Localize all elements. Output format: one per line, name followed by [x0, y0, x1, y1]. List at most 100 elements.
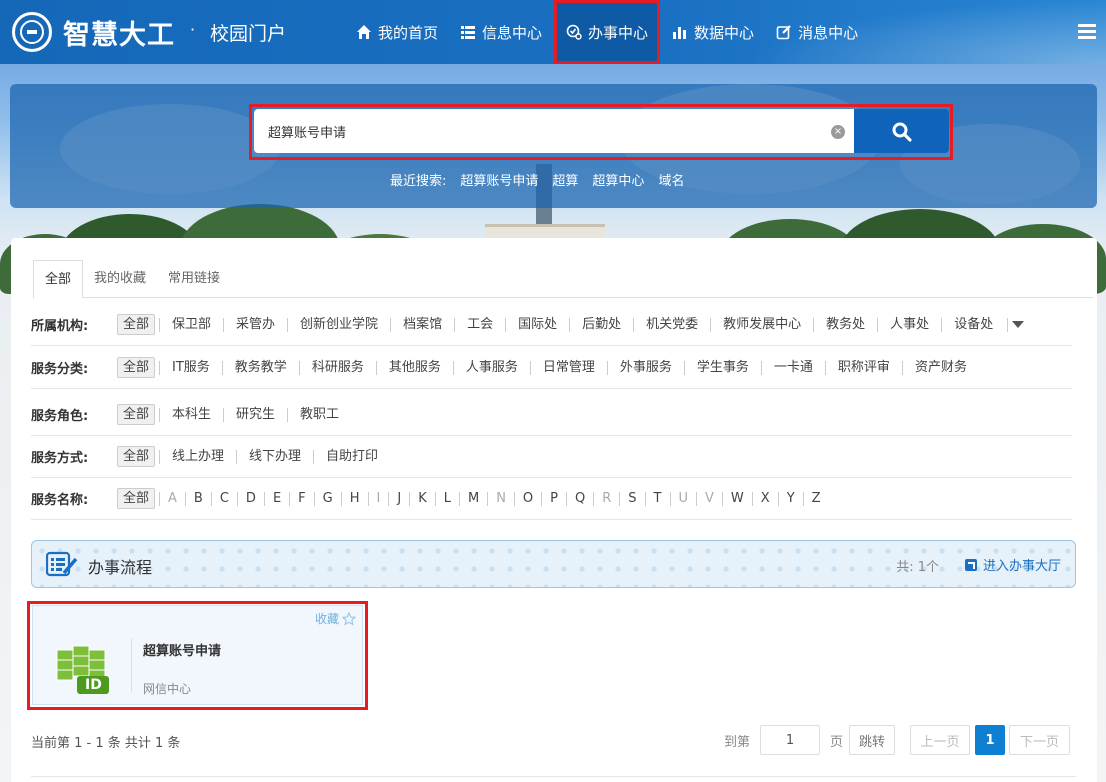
nav-label: 消息中心: [798, 23, 859, 42]
filter-option[interactable]: 工会: [454, 317, 505, 332]
filter-option[interactable]: L: [434, 491, 459, 506]
title-separator: ·: [190, 20, 196, 39]
nav-item-service[interactable]: 办事中心: [554, 0, 661, 64]
tab-links[interactable]: 常用链接: [157, 260, 231, 298]
prev-page-button[interactable]: 上一页: [910, 725, 971, 755]
recent-item[interactable]: 超算中心: [592, 170, 644, 189]
pagination: 到第 1 页 跳转 上一页 1 下一页: [724, 725, 1071, 755]
filter-name: 服务名称: 全部 A B C D E F G H I J K L M N O P Q R S T U V W X Y Z: [31, 478, 1072, 520]
filter-option[interactable]: H: [340, 491, 368, 506]
filter-option[interactable]: 教务处: [813, 317, 877, 332]
filter-option[interactable]: 外事服务: [606, 360, 684, 375]
filter-option[interactable]: K: [409, 491, 435, 506]
filter-option[interactable]: G: [313, 491, 341, 506]
main-nav: 我的首页 信息中心 办事中心 数据中心 消息中心: [346, 0, 870, 64]
filter-label: 所属机构:: [31, 319, 89, 334]
filter-option[interactable]: 学生事务: [683, 360, 761, 375]
filter-option[interactable]: 研究生: [223, 407, 287, 422]
enter-hall-label: 进入办事大厅: [982, 559, 1061, 574]
filter-label: 服务角色:: [31, 409, 89, 424]
goto-label: 到第: [724, 734, 751, 750]
recent-item[interactable]: 域名: [658, 170, 684, 189]
filter-option[interactable]: O: [513, 491, 541, 506]
filter-option[interactable]: IT服务: [159, 360, 222, 375]
filter-option[interactable]: 教职工: [287, 407, 351, 422]
filter-option[interactable]: 本科生: [159, 407, 223, 422]
page-input[interactable]: 1: [760, 725, 821, 755]
filter-option[interactable]: R: [593, 491, 619, 506]
filter-option[interactable]: 后勤处: [569, 317, 633, 332]
page-1-button[interactable]: 1: [975, 725, 1006, 755]
filter-option-all[interactable]: 全部: [117, 446, 156, 467]
filter-option[interactable]: Y: [777, 491, 803, 506]
filter-option[interactable]: 教师发展中心: [710, 317, 813, 332]
filter-org: 所属机构: 全部 保卫部 采管办 创新创业学院 档案馆 工会 国际处 后勤处 机关党委 教师发展中…: [31, 304, 1072, 346]
nav-item-home[interactable]: 我的首页: [346, 0, 448, 64]
filter-option-all[interactable]: 全部: [117, 314, 156, 335]
filter-option[interactable]: M: [458, 491, 487, 506]
process-list-icon: [46, 551, 78, 577]
nav-label: 数据中心: [694, 23, 755, 42]
filter-option[interactable]: 国际处: [505, 317, 569, 332]
filter-option[interactable]: 其他服务: [375, 360, 453, 375]
filter-option[interactable]: 一卡通: [760, 360, 825, 375]
filter-option[interactable]: S: [619, 491, 644, 506]
filter-option[interactable]: N: [487, 491, 514, 506]
filter-option[interactable]: P: [541, 491, 566, 506]
expand-more-icon[interactable]: [1012, 321, 1025, 328]
filter-option[interactable]: 自助打印: [313, 449, 390, 464]
enter-hall-link[interactable]: 进入办事大厅: [964, 555, 1061, 574]
filter-option[interactable]: 职称评审: [824, 360, 902, 375]
filter-option[interactable]: W: [721, 491, 752, 506]
jump-button[interactable]: 跳转: [849, 725, 896, 755]
filter-option[interactable]: I: [367, 491, 389, 506]
filter-option[interactable]: 线上办理: [159, 449, 236, 464]
filter-option[interactable]: T: [644, 491, 670, 506]
filter-option[interactable]: 资产财务: [901, 360, 979, 375]
filter-option-all[interactable]: 全部: [117, 488, 156, 509]
filter-option[interactable]: 线下办理: [236, 449, 313, 464]
hamburger-menu-icon[interactable]: [1078, 24, 1096, 40]
university-emblem-icon[interactable]: [12, 12, 52, 52]
filter-option[interactable]: E: [263, 491, 289, 506]
filter-role: 服务角色: 全部 本科生 研究生 教职工: [31, 394, 1072, 436]
filter-option[interactable]: 创新创业学院: [287, 317, 390, 332]
nav-item-message[interactable]: 消息中心: [766, 0, 868, 64]
card-highlight-box: [27, 601, 368, 710]
filter-label: 服务方式:: [31, 451, 89, 466]
next-page-button[interactable]: 下一页: [1009, 725, 1071, 755]
filter-option[interactable]: J: [388, 491, 409, 506]
filter-option[interactable]: 档案馆: [390, 317, 454, 332]
recent-item[interactable]: 超算: [552, 170, 578, 189]
result-count: 共: 1个: [896, 560, 939, 575]
filter-option[interactable]: F: [289, 491, 313, 506]
filter-option[interactable]: 教务教学: [221, 360, 299, 375]
nav-label: 信息中心: [482, 23, 543, 42]
filter-option[interactable]: D: [236, 491, 264, 506]
filter-option[interactable]: Q: [566, 491, 593, 506]
tab-favorites[interactable]: 我的收藏: [83, 260, 157, 298]
filter-option[interactable]: 日常管理: [529, 360, 607, 375]
filter-option-all[interactable]: 全部: [117, 357, 156, 378]
filter-option[interactable]: 设备处: [941, 317, 1005, 332]
filter-option-all[interactable]: 全部: [117, 404, 156, 425]
filter-option[interactable]: B: [184, 491, 211, 506]
filter-option[interactable]: 人事服务: [452, 360, 530, 375]
filter-option[interactable]: 保卫部: [159, 317, 223, 332]
filter-option[interactable]: 人事处: [877, 317, 941, 332]
portal-title[interactable]: 智慧大工: [63, 13, 175, 52]
recent-item[interactable]: 超算账号申请: [460, 170, 538, 189]
filter-option[interactable]: U: [669, 491, 697, 506]
filter-option[interactable]: A: [159, 491, 185, 506]
filter-option[interactable]: 机关党委: [633, 317, 710, 332]
nav-item-info[interactable]: 信息中心: [450, 0, 552, 64]
filter-option[interactable]: Z: [802, 491, 829, 506]
nav-item-data[interactable]: 数据中心: [662, 0, 764, 64]
filter-option[interactable]: V: [696, 491, 722, 506]
tab-all[interactable]: 全部: [33, 260, 84, 299]
pagination-info: 当前第 1 - 1 条 共计 1 条: [31, 736, 181, 751]
filter-option[interactable]: X: [751, 491, 778, 506]
filter-option[interactable]: 采管办: [223, 317, 287, 332]
filter-option[interactable]: C: [210, 491, 237, 506]
filter-option[interactable]: 科研服务: [298, 360, 376, 375]
